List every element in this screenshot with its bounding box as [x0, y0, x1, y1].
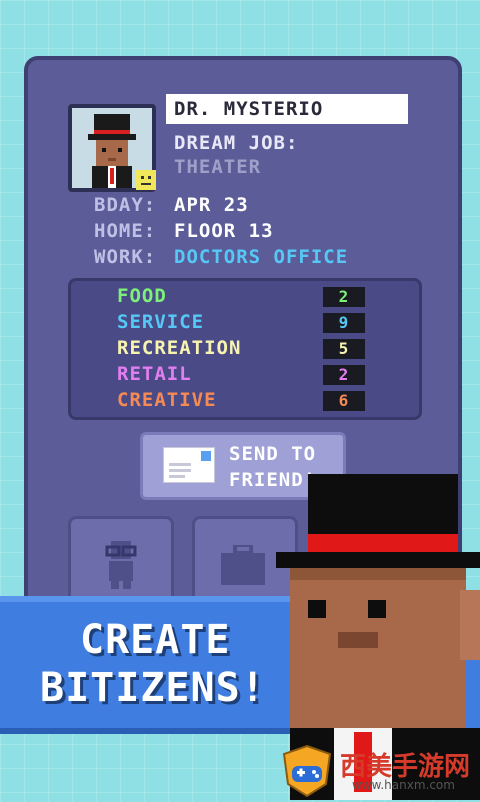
home-value: FLOOR 13 — [174, 220, 274, 242]
banner-line2: BITIZENS! — [40, 665, 266, 711]
skill-name: RECREATION — [117, 337, 242, 359]
skill-row-service: SERVICE 9 — [117, 311, 365, 335]
bday-value: APR 23 — [174, 194, 249, 216]
skill-name: SERVICE — [117, 311, 205, 333]
gamepad-shield-icon — [282, 744, 332, 798]
banner-line1: CREATE — [80, 617, 231, 663]
skill-value: 6 — [323, 391, 365, 411]
banner-headline: CREATE BITIZENS! — [40, 616, 266, 712]
skill-value: 2 — [323, 365, 365, 385]
skill-row-food: FOOD 2 — [117, 285, 365, 309]
skill-value: 2 — [323, 287, 365, 307]
skill-name: RETAIL — [117, 363, 192, 385]
dream-job-value: THEATER — [174, 156, 262, 178]
bday-label: BDAY: — [94, 194, 157, 216]
envelope-icon — [163, 447, 215, 483]
skill-name: FOOD — [117, 285, 167, 307]
bitizen-avatar[interactable] — [68, 104, 156, 192]
site-watermark: 西美手游网 www.hanxm.com — [280, 744, 480, 800]
home-label: HOME: — [94, 220, 157, 242]
watermark-url: www.hanxm.com — [352, 778, 455, 792]
briefcase-icon — [221, 545, 265, 585]
person-glasses-icon — [105, 541, 137, 589]
skill-value: 5 — [323, 339, 365, 359]
skill-name: CREATIVE — [117, 389, 217, 411]
bitizen-name[interactable]: DR. MYSTERIO — [166, 94, 408, 124]
dream-job-label: DREAM JOB: — [174, 132, 299, 154]
skill-row-retail: RETAIL 2 — [117, 363, 365, 387]
smiley-mood-icon — [136, 170, 156, 190]
skill-row-recreation: RECREATION 5 — [117, 337, 365, 361]
skills-panel: FOOD 2 SERVICE 9 RECREATION 5 RETAIL 2 C… — [68, 278, 422, 420]
work-value[interactable]: DOCTORS OFFICE — [174, 246, 348, 268]
work-label: WORK: — [94, 246, 157, 268]
skill-value: 9 — [323, 313, 365, 333]
send-label-line1: SEND TO — [229, 443, 317, 465]
skill-row-creative: CREATIVE 6 — [117, 389, 365, 413]
